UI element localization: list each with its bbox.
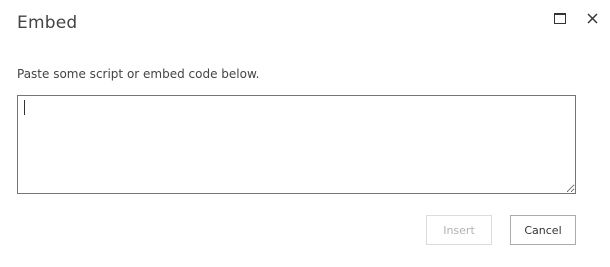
embed-dialog: Embed Paste some script or embed code be…	[0, 0, 610, 267]
instruction-text: Paste some script or embed code below.	[17, 67, 260, 81]
maximize-button[interactable]	[550, 8, 570, 28]
cancel-button[interactable]: Cancel	[510, 215, 576, 245]
close-button[interactable]	[582, 8, 602, 28]
dialog-title: Embed	[17, 13, 78, 33]
text-cursor	[24, 100, 25, 115]
close-icon	[587, 13, 597, 23]
maximize-icon	[554, 12, 566, 24]
embed-code-input[interactable]	[17, 95, 576, 194]
insert-button[interactable]: Insert	[426, 215, 492, 245]
